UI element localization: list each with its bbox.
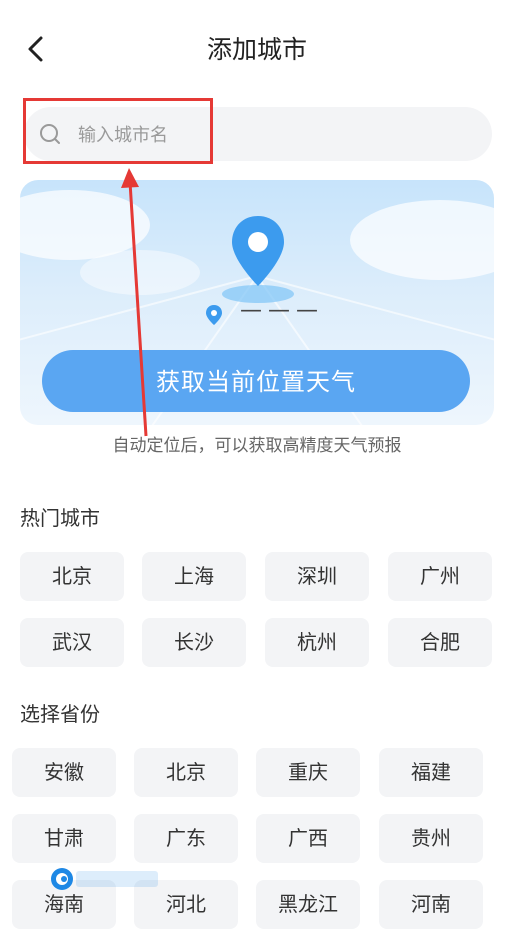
province-chip[interactable]: 贵州 bbox=[379, 814, 483, 863]
hot-cities-title: 热门城市 bbox=[20, 506, 100, 530]
province-chip[interactable]: 广东 bbox=[134, 814, 238, 863]
province-chip[interactable]: 北京 bbox=[134, 748, 238, 797]
province-chip[interactable]: 河南 bbox=[379, 880, 483, 929]
search-input[interactable] bbox=[76, 119, 460, 151]
page-title: 添加城市 bbox=[206, 35, 307, 64]
hot-city-chip[interactable]: 合肥 bbox=[388, 618, 492, 667]
hot-city-chip[interactable]: 上海 bbox=[142, 552, 246, 601]
province-chip[interactable]: 福建 bbox=[379, 748, 483, 797]
location-hint: 自动定位后，可以获取高精度天气预报 bbox=[112, 436, 402, 456]
province-chip[interactable]: 广西 bbox=[256, 814, 360, 863]
hot-city-chip[interactable]: 广州 bbox=[388, 552, 492, 601]
province-chip[interactable]: 安徽 bbox=[12, 748, 116, 797]
search-icon bbox=[40, 124, 60, 144]
hot-city-chip[interactable]: 杭州 bbox=[265, 618, 369, 667]
province-chip[interactable]: 黑龙江 bbox=[256, 880, 360, 929]
hot-city-chip[interactable]: 深圳 bbox=[265, 552, 369, 601]
hot-city-chip[interactable]: 武汉 bbox=[20, 618, 124, 667]
province-chip[interactable]: 重庆 bbox=[256, 748, 360, 797]
current-location-value: ——— bbox=[240, 298, 324, 323]
location-card: ——— 获取当前位置天气 bbox=[20, 180, 494, 425]
provinces-title: 选择省份 bbox=[20, 702, 100, 726]
hot-city-chip[interactable]: 长沙 bbox=[142, 618, 246, 667]
location-marker-icon bbox=[206, 305, 222, 325]
get-location-weather-button[interactable]: 获取当前位置天气 bbox=[42, 350, 470, 412]
top-bar: 添加城市 bbox=[0, 0, 514, 96]
hot-city-chip[interactable]: 北京 bbox=[20, 552, 124, 601]
watermark-logo bbox=[51, 868, 158, 890]
province-chip[interactable]: 甘肃 bbox=[12, 814, 116, 863]
location-pin-icon bbox=[222, 216, 294, 303]
search-bar[interactable] bbox=[24, 107, 492, 161]
